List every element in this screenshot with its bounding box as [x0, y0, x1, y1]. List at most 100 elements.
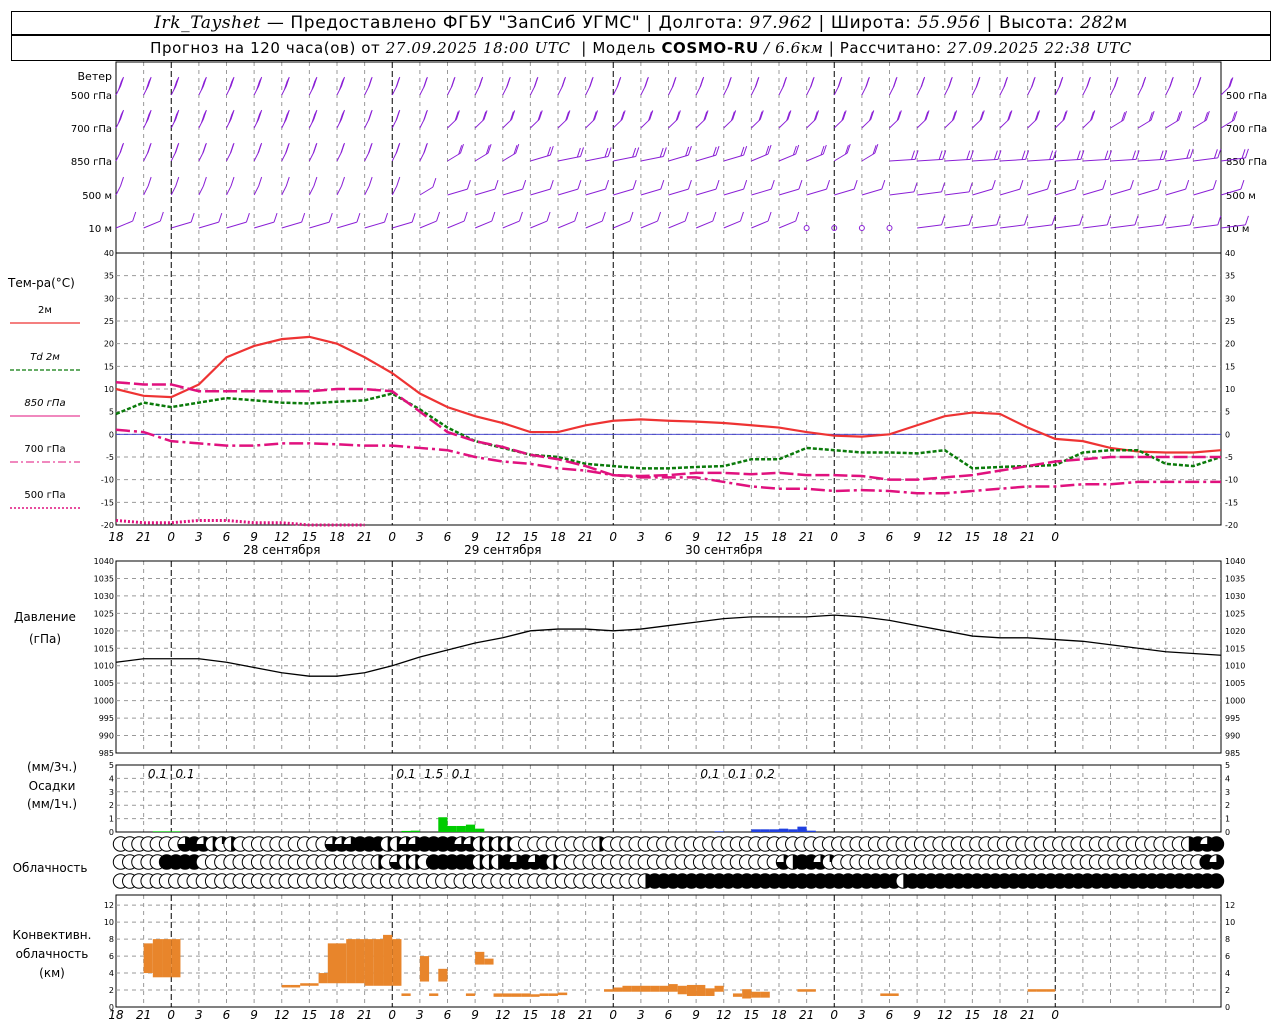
wind-barb — [474, 152, 489, 162]
convective-bar — [604, 989, 614, 992]
x-hour-label-bottom: 6 — [444, 1008, 452, 1022]
temp-ytick-right: 0 — [1225, 430, 1230, 439]
wind-barb-flag — [1086, 78, 1091, 88]
wind-barb-flag — [1135, 150, 1140, 160]
convective-ytick-right: 2 — [1225, 986, 1230, 995]
pressure-ytick: 1000 — [94, 697, 114, 706]
convective-ytick: 8 — [109, 935, 114, 944]
wind-barb-flag — [313, 176, 318, 187]
calm-wind-circle — [803, 225, 810, 231]
x-hour-label: 15 — [965, 530, 980, 544]
wind-barb — [1055, 224, 1080, 229]
wind-barb — [364, 151, 370, 162]
wind-barb — [668, 188, 689, 196]
convective-bar — [1046, 989, 1056, 992]
wind-barb-flag — [1129, 179, 1134, 190]
x-hour-label: 3 — [416, 530, 424, 544]
convective-bar — [705, 988, 715, 996]
wind-barb-flag — [671, 78, 676, 88]
wind-barb-flag — [356, 212, 361, 223]
x-hour-label-bottom: 0 — [609, 1008, 617, 1022]
wind-barb-flag — [911, 150, 915, 160]
wind-barb-flag — [368, 111, 372, 121]
convective-bar — [530, 994, 540, 997]
wind-barb — [1165, 85, 1171, 96]
convective-bar — [392, 939, 402, 986]
temp-ytick-right: 15 — [1225, 362, 1235, 371]
x-day-label: 28 сентября — [243, 543, 320, 557]
wind-barb-flag — [684, 211, 689, 222]
wind-barb — [833, 152, 848, 162]
wind-barb-flag — [993, 150, 998, 160]
wind-barb-flag — [601, 211, 606, 222]
x-hour-label-bottom: 15 — [302, 1008, 317, 1022]
wind-barb-flag — [147, 144, 151, 154]
convective-bar — [493, 993, 503, 997]
wind-barb — [1193, 224, 1218, 229]
cloud-cover-circle — [1208, 873, 1225, 889]
wind-barb-flag — [739, 211, 744, 222]
x-hour-label: 0 — [609, 530, 617, 544]
x-hour-label-bottom: 0 — [167, 1008, 175, 1022]
wind-barb — [1110, 119, 1124, 129]
x-hour-label-bottom: 3 — [637, 1008, 645, 1022]
wind-barb — [695, 220, 714, 229]
x-hour-label-bottom: 12 — [716, 1008, 731, 1022]
precip-ytick: 2 — [109, 801, 114, 810]
wind-barb — [861, 188, 882, 196]
wind-barb-flag — [1185, 179, 1190, 190]
wind-barb-flag — [546, 211, 551, 222]
x-hour-label: 21 — [136, 530, 151, 544]
wind-barb-flag — [767, 211, 772, 222]
wind-barb-flag — [605, 179, 610, 190]
convective-bar — [797, 989, 807, 992]
wind-barb-flag — [1159, 150, 1164, 160]
wind-barb — [391, 118, 398, 129]
x-hour-label-bottom: 6 — [665, 1008, 673, 1022]
wind-barb — [391, 185, 398, 196]
wind-barb-flag — [576, 147, 581, 158]
wind-barb-flag — [770, 179, 775, 190]
wind-barb-flag — [948, 78, 953, 88]
wind-barb — [1165, 224, 1191, 229]
temp-ytick-right: 25 — [1225, 317, 1235, 326]
convective-bar — [143, 943, 153, 974]
wind-barb — [391, 85, 398, 96]
wind-barb — [447, 220, 465, 229]
wind-barb-flag — [574, 211, 579, 222]
temp-ytick: 20 — [104, 340, 114, 349]
meteogram: Ветер 500 гПа 500 гПа 700 гПа 700 гПа 850 гПа… — [7, 61, 1267, 1022]
pressure-ytick-right: 1005 — [1225, 679, 1245, 688]
temp-legend-label: 850 гПа — [24, 398, 65, 409]
wind-barb — [281, 151, 287, 162]
x-hour-label-bottom: 3 — [195, 1008, 203, 1022]
convective-bar — [668, 984, 678, 992]
x-hour-label: 0 — [388, 530, 396, 544]
convective-bar — [622, 985, 632, 992]
temp-legend-label: 700 гПа — [24, 444, 65, 455]
cloud-title: Облачность — [13, 861, 88, 875]
wind-barb — [447, 119, 457, 129]
wind-barb-flag — [687, 179, 692, 190]
x-hour-label: 15 — [302, 530, 317, 544]
wind-barb — [336, 151, 342, 162]
wind-barb-flag — [423, 78, 428, 88]
convective-ytick: 2 — [109, 986, 114, 995]
convective-bar — [419, 956, 430, 982]
wind-barb-flag — [589, 78, 593, 88]
wind-barb — [806, 153, 824, 162]
x-hour-label: 9 — [250, 530, 258, 544]
temp-ytick: 5 — [109, 408, 114, 417]
wind-barb — [778, 188, 800, 196]
wind-barb-flag — [312, 144, 317, 154]
wind-barb — [447, 188, 468, 196]
temp-ytick-right: -10 — [1225, 476, 1238, 485]
convective-bar — [558, 992, 568, 996]
wind-barb-flag — [491, 211, 496, 222]
x-hour-label-bottom: 12 — [274, 1008, 289, 1022]
wind-barb — [751, 220, 769, 229]
precip-title: Осадки — [29, 779, 76, 793]
wind-barb-flag — [1025, 150, 1030, 160]
wind-barb — [143, 185, 149, 196]
x-hour-label: 18 — [550, 530, 566, 544]
